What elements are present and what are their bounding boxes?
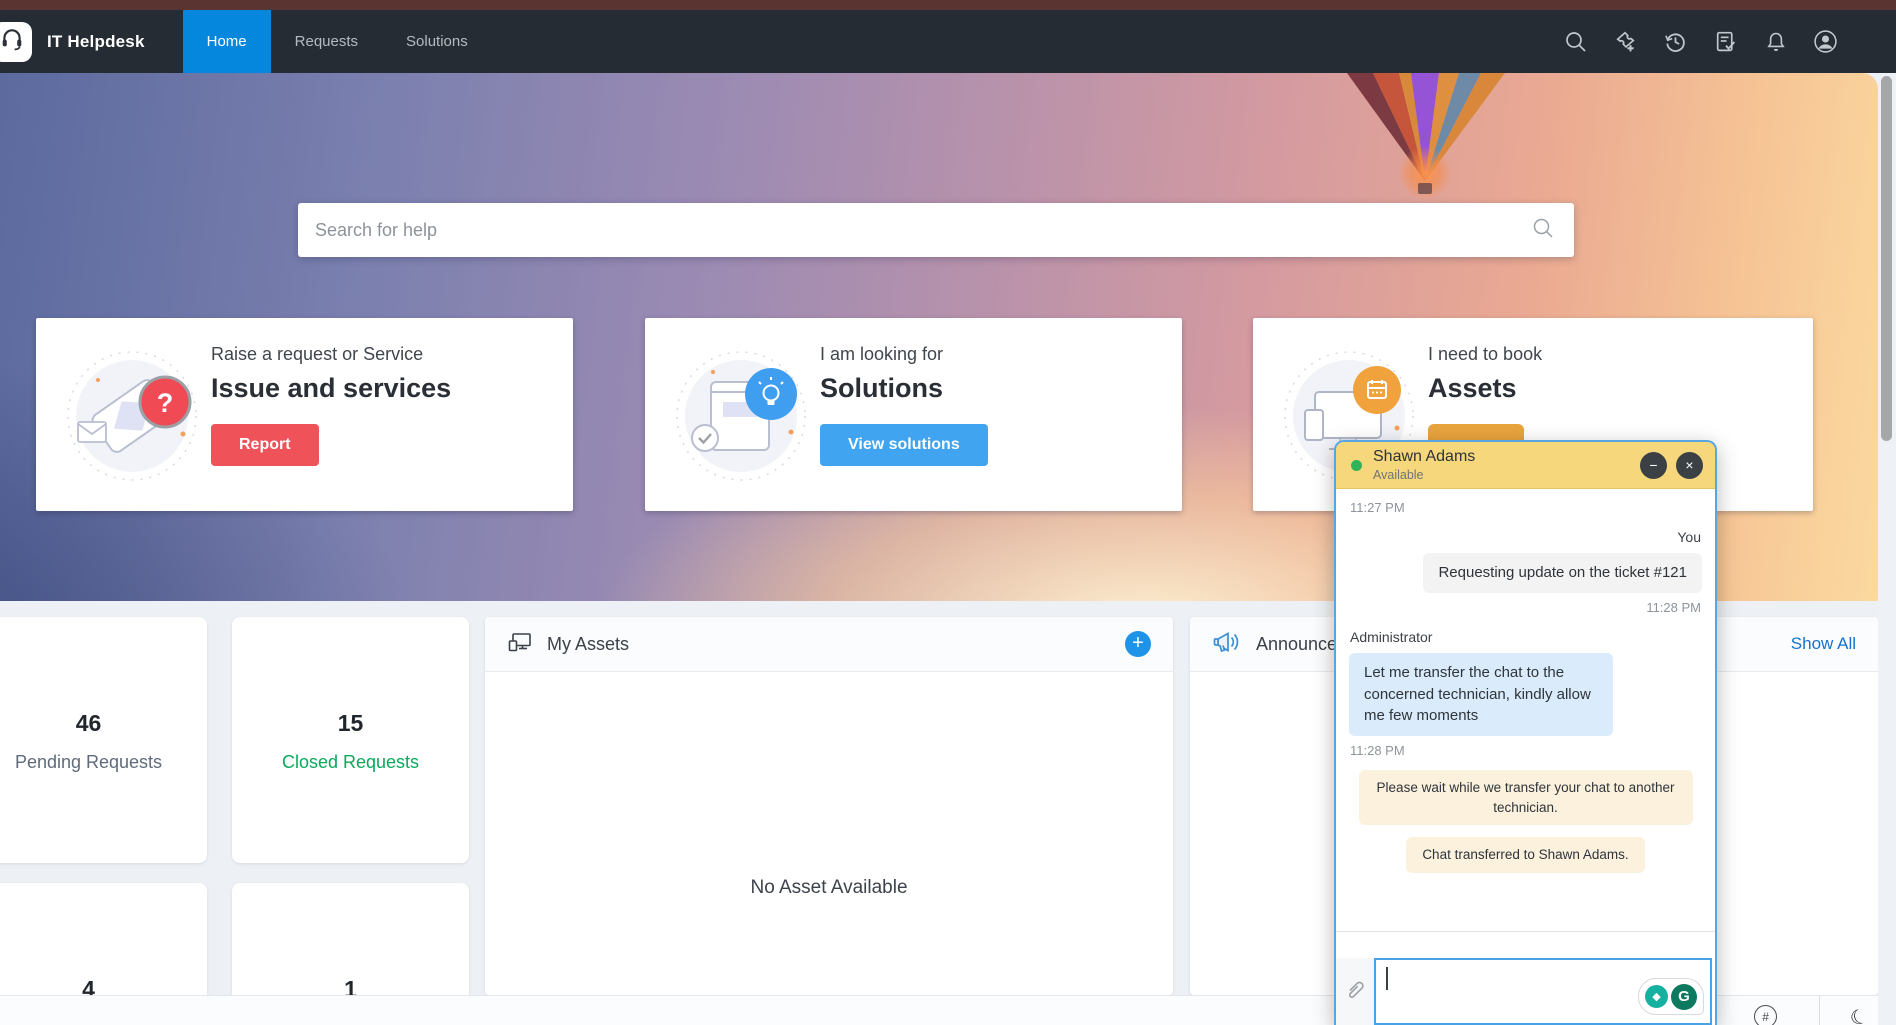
pending-requests-label: Pending Requests	[15, 752, 162, 773]
chat-message-list[interactable]: 11:27 PM You Requesting update on the ti…	[1336, 489, 1715, 931]
dark-mode-icon[interactable]: ☾	[1847, 1003, 1872, 1025]
paperclip-icon	[1343, 978, 1367, 1002]
app-title: IT Helpdesk	[47, 32, 145, 52]
pending-requests-card[interactable]: 46 Pending Requests	[0, 617, 207, 863]
solutions-card: I am looking for Solutions View solution…	[645, 318, 1182, 511]
card-subtitle: I am looking for	[820, 344, 1182, 365]
user-message-bubble: Requesting update on the ticket #121	[1423, 553, 1702, 593]
history-icon[interactable]	[1663, 29, 1688, 54]
notifications-icon[interactable]	[1763, 29, 1788, 54]
primary-nav-tabs: Home Requests Solutions	[183, 10, 492, 73]
pending-requests-count: 46	[76, 710, 102, 737]
my-assets-header: My Assets +	[485, 617, 1173, 672]
footer-divider	[1819, 996, 1820, 1025]
footer-widgets: # ☾	[1754, 996, 1868, 1025]
report-button[interactable]: Report	[211, 424, 319, 466]
search-submit-icon[interactable]	[1532, 217, 1554, 244]
assistant-bulb-icon: ◆	[1645, 985, 1668, 1008]
card-title: Assets	[1428, 373, 1813, 404]
megaphone-icon	[1212, 629, 1242, 660]
close-chat-button[interactable]: ×	[1676, 452, 1703, 479]
tab-requests-label: Requests	[295, 33, 358, 50]
chat-header[interactable]: Shawn Adams Available − ×	[1336, 442, 1715, 489]
profile-avatar[interactable]	[1813, 29, 1838, 54]
help-search-bar	[298, 203, 1574, 257]
agent-info: Shawn Adams Available	[1373, 448, 1475, 482]
vertical-scrollbar[interactable]	[1878, 73, 1896, 1025]
app-logo[interactable]	[0, 22, 32, 62]
closed-requests-label: Closed Requests	[282, 752, 419, 773]
search-icon[interactable]	[1563, 29, 1588, 54]
nav-action-icons	[1563, 29, 1838, 54]
show-all-link[interactable]: Show All	[1791, 634, 1856, 654]
add-asset-button[interactable]: +	[1125, 631, 1151, 657]
closed-requests-count: 15	[338, 710, 364, 737]
grammarly-assistant-badge[interactable]: ◆ G	[1638, 978, 1704, 1015]
hot-air-balloon-graphic	[1345, 73, 1510, 213]
closed-requests-card[interactable]: 15 Closed Requests	[232, 617, 469, 863]
card-title: Issue and services	[211, 373, 573, 404]
chat-agent-name: Shawn Adams	[1373, 448, 1475, 466]
live-chat-window: Shawn Adams Available − × 11:27 PM You R…	[1334, 440, 1717, 1025]
browser-top-strip	[0, 0, 1896, 10]
message-timestamp: 11:28 PM	[1646, 600, 1701, 615]
question-badge-icon: ?	[157, 388, 174, 418]
approvals-icon[interactable]	[1713, 29, 1738, 54]
tab-requests[interactable]: Requests	[271, 10, 382, 73]
headset-icon	[0, 26, 25, 57]
sender-you-label: You	[1677, 529, 1701, 545]
grammarly-logo-icon: G	[1671, 984, 1697, 1010]
solutions-illustration	[671, 342, 811, 486]
chat-message-input[interactable]: ◆ G	[1374, 958, 1712, 1025]
admin-message-bubble: Let me transfer the chat to the concerne…	[1349, 653, 1613, 736]
new-request-icon[interactable]	[1613, 29, 1638, 54]
online-status-dot	[1351, 460, 1362, 471]
text-cursor	[1386, 967, 1388, 990]
my-assets-panel: My Assets + No Asset Available	[485, 617, 1173, 995]
attach-file-button[interactable]	[1336, 958, 1374, 1025]
message-timestamp: 11:28 PM	[1350, 743, 1701, 758]
minimize-chat-button[interactable]: −	[1640, 452, 1667, 479]
card-subtitle: I need to book	[1428, 344, 1813, 365]
chat-agent-status: Available	[1373, 468, 1475, 482]
sender-admin-label: Administrator	[1350, 629, 1701, 645]
card-title: Solutions	[820, 373, 1182, 404]
tab-solutions-label: Solutions	[406, 33, 468, 50]
tab-home[interactable]: Home	[183, 10, 271, 73]
chat-input-area: ◆ G	[1336, 931, 1715, 1025]
help-search-input[interactable]	[298, 220, 1532, 241]
ticket-illustration: ?	[62, 342, 202, 486]
hash-shortcut-icon[interactable]: #	[1754, 1005, 1777, 1025]
no-asset-message: No Asset Available	[485, 672, 1173, 994]
system-message-bubble: Please wait while we transfer your chat …	[1359, 770, 1693, 825]
message-timestamp: 11:27 PM	[1350, 500, 1701, 515]
top-navigation-bar: IT Helpdesk Home Requests Solutions	[0, 10, 1896, 73]
my-assets-title: My Assets	[547, 634, 629, 655]
it-helpdesk-portal: IT Helpdesk Home Requests Solutions	[0, 0, 1896, 1025]
raise-request-card: ? Raise a request or Service Issue and s…	[36, 318, 573, 511]
scrollbar-thumb[interactable]	[1881, 76, 1892, 441]
view-solutions-button[interactable]: View solutions	[820, 424, 988, 466]
system-message-bubble: Chat transferred to Shawn Adams.	[1406, 837, 1644, 873]
tab-home-label: Home	[207, 33, 247, 50]
tab-solutions[interactable]: Solutions	[382, 10, 492, 73]
assets-devices-icon	[507, 630, 533, 659]
card-subtitle: Raise a request or Service	[211, 344, 573, 365]
